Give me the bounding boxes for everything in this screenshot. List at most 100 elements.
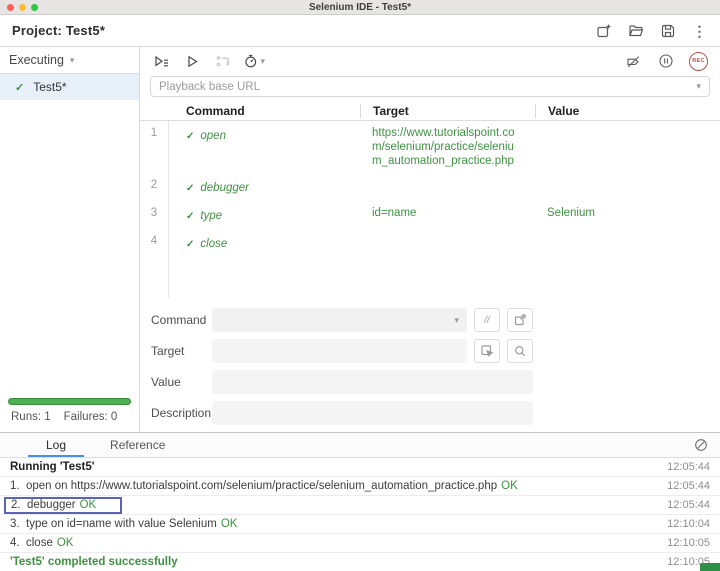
log-entry-text: 'Test5' completed successfully <box>10 556 178 568</box>
select-target-icon[interactable] <box>474 339 500 363</box>
runs-count: Runs: 1 <box>11 411 51 423</box>
log-entry-timestamp: 12:05:44 <box>667 499 710 511</box>
chevron-down-icon: ▾ <box>260 55 265 66</box>
command-passed-check-icon: ✓ <box>186 211 195 222</box>
command-row[interactable]: 3 ✓ type id=name Selenium <box>140 201 720 229</box>
target-cell <box>360 178 535 196</box>
chevron-down-icon: ▾ <box>69 54 75 65</box>
log-entry-number: 3. <box>10 518 20 530</box>
log-entry-text: Running 'Test5' <box>10 461 95 473</box>
open-reference-icon[interactable] <box>507 308 533 332</box>
main-panel: ▾ REC ▾ <box>140 47 720 432</box>
command-row[interactable]: 2 ✓ debugger <box>140 173 720 201</box>
tab-log[interactable]: Log <box>28 433 84 457</box>
command-column-header: Command <box>186 103 245 118</box>
log-entry-text: type on id=name with value Selenium <box>26 518 217 530</box>
log-entry-text: debugger <box>27 498 76 511</box>
log-entries: Running 'Test5' 12:05:44 1. open on https:/… <box>0 458 720 571</box>
test-execution-speed-button[interactable]: ▾ <box>243 51 265 71</box>
command-row-number: 2 <box>150 179 158 191</box>
debugger-highlight-box: 2. debugger OK <box>4 496 123 514</box>
titlebar: Selenium IDE - Test5* <box>0 0 720 15</box>
record-button[interactable]: REC <box>689 51 708 71</box>
log-entry-timestamp: 12:05:44 <box>667 461 710 473</box>
value-input[interactable] <box>212 370 533 394</box>
save-project-icon[interactable] <box>659 22 676 39</box>
tab-reference[interactable]: Reference <box>106 433 169 457</box>
playback-toolbar: ▾ REC <box>140 47 720 73</box>
app-header: Project: Test5* ⋮ <box>0 15 720 47</box>
log-entry: 'Test5' completed successfully 12:10:05 <box>0 553 720 571</box>
log-entry: 4. close OK 12:10:05 <box>0 534 720 553</box>
corner-badge <box>700 563 720 571</box>
pause-on-exceptions-icon[interactable] <box>656 51 676 71</box>
failures-count: Failures: 0 <box>63 411 118 423</box>
command-cell: ✓ debugger <box>168 178 360 196</box>
command-row[interactable]: 4 ✓ close <box>140 229 720 257</box>
log-entry: 2. debugger OK 12:05:44 <box>0 496 720 515</box>
test-passed-check-icon: ✓ <box>15 81 25 94</box>
selenium-ide-window: Selenium IDE - Test5* Project: Test5* ⋮ … <box>0 0 720 571</box>
playback-base-url-input[interactable] <box>159 80 691 93</box>
target-field-label: Target <box>151 344 185 358</box>
command-name: close <box>200 238 228 250</box>
new-project-icon[interactable] <box>595 22 612 39</box>
log-entry-timestamp: 12:10:04 <box>667 518 710 530</box>
command-name: open <box>200 130 226 142</box>
runs-summary: Runs: 1 Failures: 0 <box>0 411 139 432</box>
log-entry-timestamp: 12:05:44 <box>667 480 710 492</box>
log-entry-number: 4. <box>10 537 20 549</box>
open-project-icon[interactable] <box>627 22 644 39</box>
command-passed-check-icon: ✓ <box>186 239 195 250</box>
command-editor: Command ▾ // Target Value Description <box>140 298 720 432</box>
step-over-button[interactable] <box>212 51 234 71</box>
log-entry-text: open on https://www.tutorialspoint.com/s… <box>26 480 498 492</box>
command-name: type <box>200 210 223 222</box>
value-cell <box>535 234 720 252</box>
target-input[interactable] <box>212 339 467 363</box>
chevron-down-icon: ▾ <box>454 314 459 325</box>
log-entry-timestamp: 12:10:05 <box>667 537 710 549</box>
run-all-tests-button[interactable] <box>150 51 172 71</box>
tests-view-dropdown[interactable]: Executing ▾ <box>0 47 139 74</box>
test-list: ✓ Test5* <box>0 74 139 100</box>
test-progress-bar <box>8 398 131 405</box>
log-entry-status: OK <box>501 480 518 492</box>
command-select[interactable]: ▾ <box>212 308 467 332</box>
log-entry-status: OK <box>56 537 74 549</box>
command-cell: ✓ type <box>168 206 360 224</box>
target-cell: https://www.tutorialspoint.com/selenium/… <box>372 127 515 167</box>
chevron-down-icon: ▾ <box>696 81 701 91</box>
log-tab-bar: Log Reference <box>0 433 720 458</box>
command-passed-check-icon: ✓ <box>186 183 195 194</box>
value-column-header: Value <box>535 103 720 118</box>
command-row-number: 1 <box>150 127 158 139</box>
command-row[interactable]: 1 ✓ open https://www.tutorialspoint.com/sel… <box>140 121 720 173</box>
more-menu-icon[interactable]: ⋮ <box>691 22 708 39</box>
log-entry-number: 2. <box>11 498 21 511</box>
comment-toggle-button[interactable]: // <box>474 308 500 332</box>
command-cell: ✓ open <box>168 126 360 168</box>
command-name: debugger <box>200 182 249 194</box>
window-title: Selenium IDE - Test5* <box>308 1 412 13</box>
value-cell <box>535 178 720 196</box>
find-target-icon[interactable] <box>507 339 533 363</box>
test-name: Test5* <box>33 80 67 94</box>
description-input[interactable] <box>212 401 533 425</box>
disable-breakpoints-icon[interactable] <box>623 51 643 71</box>
playback-url-row: ▾ <box>140 73 720 101</box>
run-current-test-button[interactable] <box>181 51 203 71</box>
log-entry-status: OK <box>220 518 238 530</box>
commands-table-header: Command Target Value <box>140 101 720 121</box>
log-entry-number: 1. <box>10 480 20 492</box>
target-cell: id=name <box>372 207 417 219</box>
tests-view-label: Executing <box>9 53 64 67</box>
project-title: Project: Test5* <box>12 23 106 38</box>
clear-log-icon[interactable] <box>693 437 709 453</box>
playback-base-url-box[interactable]: ▾ <box>150 76 710 97</box>
target-cell <box>360 234 535 252</box>
test-list-item[interactable]: ✓ Test5* <box>0 74 139 100</box>
value-cell: Selenium <box>547 207 595 219</box>
log-entry-text: close <box>26 537 53 549</box>
command-row-number: 3 <box>150 207 158 219</box>
